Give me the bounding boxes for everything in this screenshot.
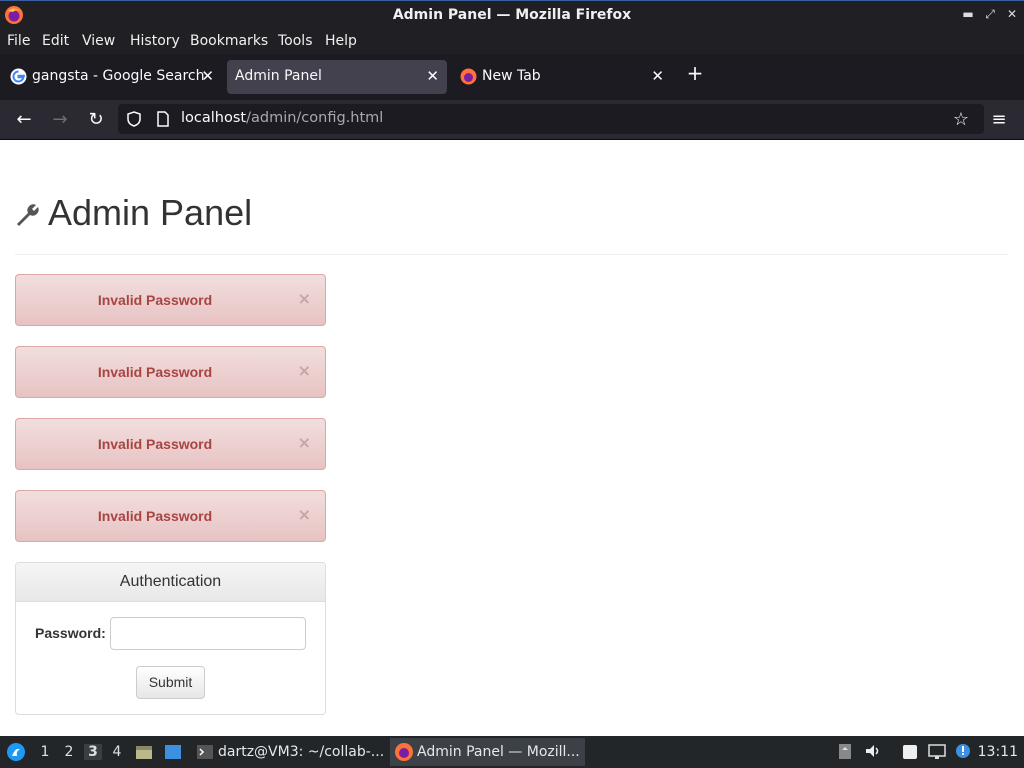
tab-bar: gangsta - Google Search ✕ Admin Panel ✕ … [0, 54, 1024, 100]
taskbar-terminal[interactable]: dartz@VM3: ~/collab-... [192, 738, 385, 766]
close-tab-icon[interactable]: ✕ [426, 67, 439, 85]
url-text[interactable]: localhost/admin/config.html [181, 110, 383, 126]
close-alert-icon[interactable]: × [298, 433, 311, 452]
clipboard-tray-icon[interactable] [836, 742, 854, 760]
tab-label: New Tab [482, 68, 541, 84]
alert-message: Invalid Password [97, 364, 213, 380]
maximize-button[interactable]: ⤢ [982, 7, 998, 22]
start-menu-icon[interactable] [6, 742, 26, 762]
error-alert: Invalid Password × [15, 274, 326, 326]
password-label: Password: [35, 625, 106, 641]
task-label: dartz@VM3: ~/collab-... [218, 744, 385, 760]
menu-bookmarks[interactable]: Bookmarks [190, 33, 268, 49]
page-content: Admin Panel Invalid Password × Invalid P… [0, 140, 1024, 736]
clock[interactable]: 13:11 [978, 744, 1018, 760]
show-desktop-icon[interactable] [164, 743, 182, 761]
reload-icon[interactable]: ↻ [85, 109, 107, 131]
url-path: /admin/config.html [246, 110, 384, 126]
tab-google-search[interactable]: gangsta - Google Search ✕ [2, 60, 222, 94]
close-alert-icon[interactable]: × [298, 289, 311, 308]
error-alert: Invalid Password × [15, 490, 326, 542]
panel-header: Authentication [16, 563, 325, 602]
tab-label: Admin Panel [235, 68, 322, 84]
network-icon[interactable] [928, 742, 946, 760]
menu-edit[interactable]: Edit [42, 33, 69, 49]
page-icon[interactable] [156, 111, 170, 127]
tab-new-tab[interactable]: New Tab ✕ [452, 60, 672, 94]
bookmark-star-icon[interactable]: ☆ [950, 109, 972, 131]
taskbar-firefox[interactable]: Admin Panel — Mozill... [390, 738, 585, 766]
menu-view[interactable]: View [82, 33, 115, 49]
navigation-bar: ← → ↻ localhost/admin/config.html ☆ ≡ [0, 100, 1024, 140]
menu-file[interactable]: File [7, 33, 30, 49]
menu-help[interactable]: Help [325, 33, 357, 49]
menu-bar: File Edit View History Bookmarks Tools H… [0, 30, 1024, 54]
authentication-panel: Authentication Password: Submit [15, 562, 326, 715]
window-titlebar: Admin Panel — Mozilla Firefox ▬ ⤢ ✕ [0, 0, 1024, 30]
tab-label: gangsta - Google Search [32, 68, 205, 84]
google-icon [10, 68, 27, 85]
panel-title: Authentication [119, 573, 222, 590]
shield-icon[interactable] [126, 111, 142, 127]
tab-admin-panel[interactable]: Admin Panel ✕ [227, 60, 447, 94]
url-host: localhost [181, 110, 247, 126]
wrench-icon [17, 204, 39, 226]
workspace-4[interactable]: 4 [108, 744, 126, 760]
forward-icon[interactable]: → [49, 109, 71, 131]
volume-icon[interactable] [864, 742, 882, 760]
close-alert-icon[interactable]: × [298, 505, 311, 524]
back-icon[interactable]: ← [13, 109, 35, 131]
alert-message: Invalid Password [97, 292, 213, 308]
password-input[interactable] [110, 617, 306, 650]
menu-tools[interactable]: Tools [278, 33, 313, 49]
updates-icon[interactable] [954, 742, 972, 760]
workspace-1[interactable]: 1 [36, 744, 54, 760]
close-alert-icon[interactable]: × [298, 361, 311, 380]
hamburger-menu-icon[interactable]: ≡ [988, 109, 1010, 131]
taskbar: 1 2 3 4 dartz@VM3: ~/collab-... Admin Pa… [0, 736, 1024, 768]
close-tab-icon[interactable]: ✕ [651, 67, 664, 85]
page-header: Admin Panel [15, 192, 1008, 255]
firefox-icon [460, 68, 477, 85]
alert-message: Invalid Password [97, 436, 213, 452]
file-manager-icon[interactable] [135, 743, 153, 761]
workspace-2[interactable]: 2 [60, 744, 78, 760]
firefox-icon [395, 743, 413, 761]
new-tab-button[interactable]: + [684, 62, 706, 84]
task-label: Admin Panel — Mozill... [417, 744, 580, 760]
url-bar[interactable]: localhost/admin/config.html [118, 104, 984, 134]
terminal-icon [197, 745, 213, 759]
workspace-3[interactable]: 3 [84, 744, 102, 760]
window-title: Admin Panel — Mozilla Firefox [392, 7, 632, 23]
submit-button[interactable]: Submit [136, 666, 205, 699]
error-alert: Invalid Password × [15, 346, 326, 398]
alert-message: Invalid Password [97, 508, 213, 524]
close-window-button[interactable]: ✕ [1004, 7, 1020, 21]
notes-icon[interactable] [901, 742, 919, 760]
menu-history[interactable]: History [130, 33, 180, 49]
close-tab-icon[interactable]: ✕ [201, 67, 214, 85]
page-title: Admin Panel [48, 192, 253, 233]
error-alert: Invalid Password × [15, 418, 326, 470]
minimize-button[interactable]: ▬ [960, 7, 976, 21]
